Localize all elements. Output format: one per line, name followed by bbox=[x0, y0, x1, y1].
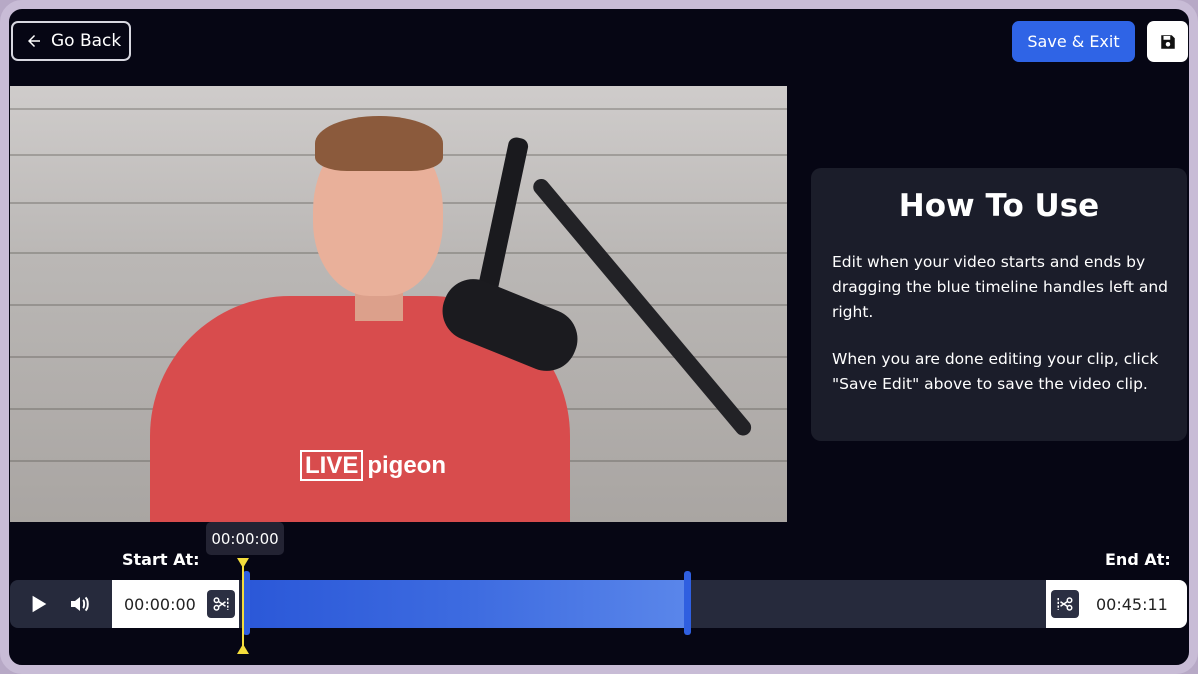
person-hair bbox=[315, 116, 443, 171]
end-time-field[interactable]: 00:45:11 bbox=[1046, 580, 1187, 628]
volume-icon[interactable] bbox=[68, 592, 92, 616]
scissors-icon bbox=[213, 597, 229, 611]
shirt-logo: LIVE pigeon bbox=[300, 450, 446, 481]
save-button[interactable] bbox=[1147, 21, 1188, 62]
video-player[interactable]: LIVE pigeon bbox=[10, 86, 787, 522]
start-handle[interactable] bbox=[243, 571, 250, 635]
play-icon[interactable] bbox=[28, 593, 50, 615]
playhead-tooltip: 00:00:00 bbox=[206, 522, 284, 555]
end-handle[interactable] bbox=[684, 571, 691, 635]
arrow-left-icon bbox=[28, 35, 40, 47]
end-at-label: End At: bbox=[1105, 550, 1171, 569]
set-end-button[interactable] bbox=[1051, 590, 1079, 618]
start-time-value: 00:00:00 bbox=[124, 594, 196, 614]
set-start-button[interactable] bbox=[207, 590, 235, 618]
editor-window: Go Back Save & Exit LIVE pigeon How To Us… bbox=[0, 0, 1198, 674]
floppy-disk-icon bbox=[1160, 34, 1175, 49]
start-at-label: Start At: bbox=[122, 550, 200, 569]
how-to-use-paragraph-2: When you are done editing your clip, cli… bbox=[832, 350, 1159, 393]
playhead-bottom-marker bbox=[237, 644, 249, 654]
playhead[interactable] bbox=[242, 566, 244, 646]
go-back-label: Go Back bbox=[51, 31, 122, 51]
go-back-button[interactable]: Go Back bbox=[11, 21, 131, 61]
save-exit-button[interactable]: Save & Exit bbox=[1012, 21, 1135, 62]
selected-range[interactable] bbox=[246, 580, 686, 628]
save-exit-label: Save & Exit bbox=[1027, 32, 1120, 51]
shirt-logo-box: LIVE bbox=[300, 450, 364, 481]
how-to-use-title: How To Use bbox=[898, 188, 1100, 224]
how-to-use-panel: How To Use Edit when your video starts a… bbox=[811, 168, 1187, 441]
playhead-top-marker bbox=[237, 558, 249, 568]
wood-plank bbox=[10, 108, 787, 110]
end-time-value: 00:45:11 bbox=[1096, 594, 1168, 614]
shirt-logo-text: pigeon bbox=[367, 452, 446, 479]
start-time-field[interactable]: 00:00:00 bbox=[112, 580, 239, 628]
how-to-use-paragraph-1: Edit when your video starts and ends by … bbox=[832, 253, 1169, 321]
scissors-icon bbox=[1057, 597, 1073, 611]
